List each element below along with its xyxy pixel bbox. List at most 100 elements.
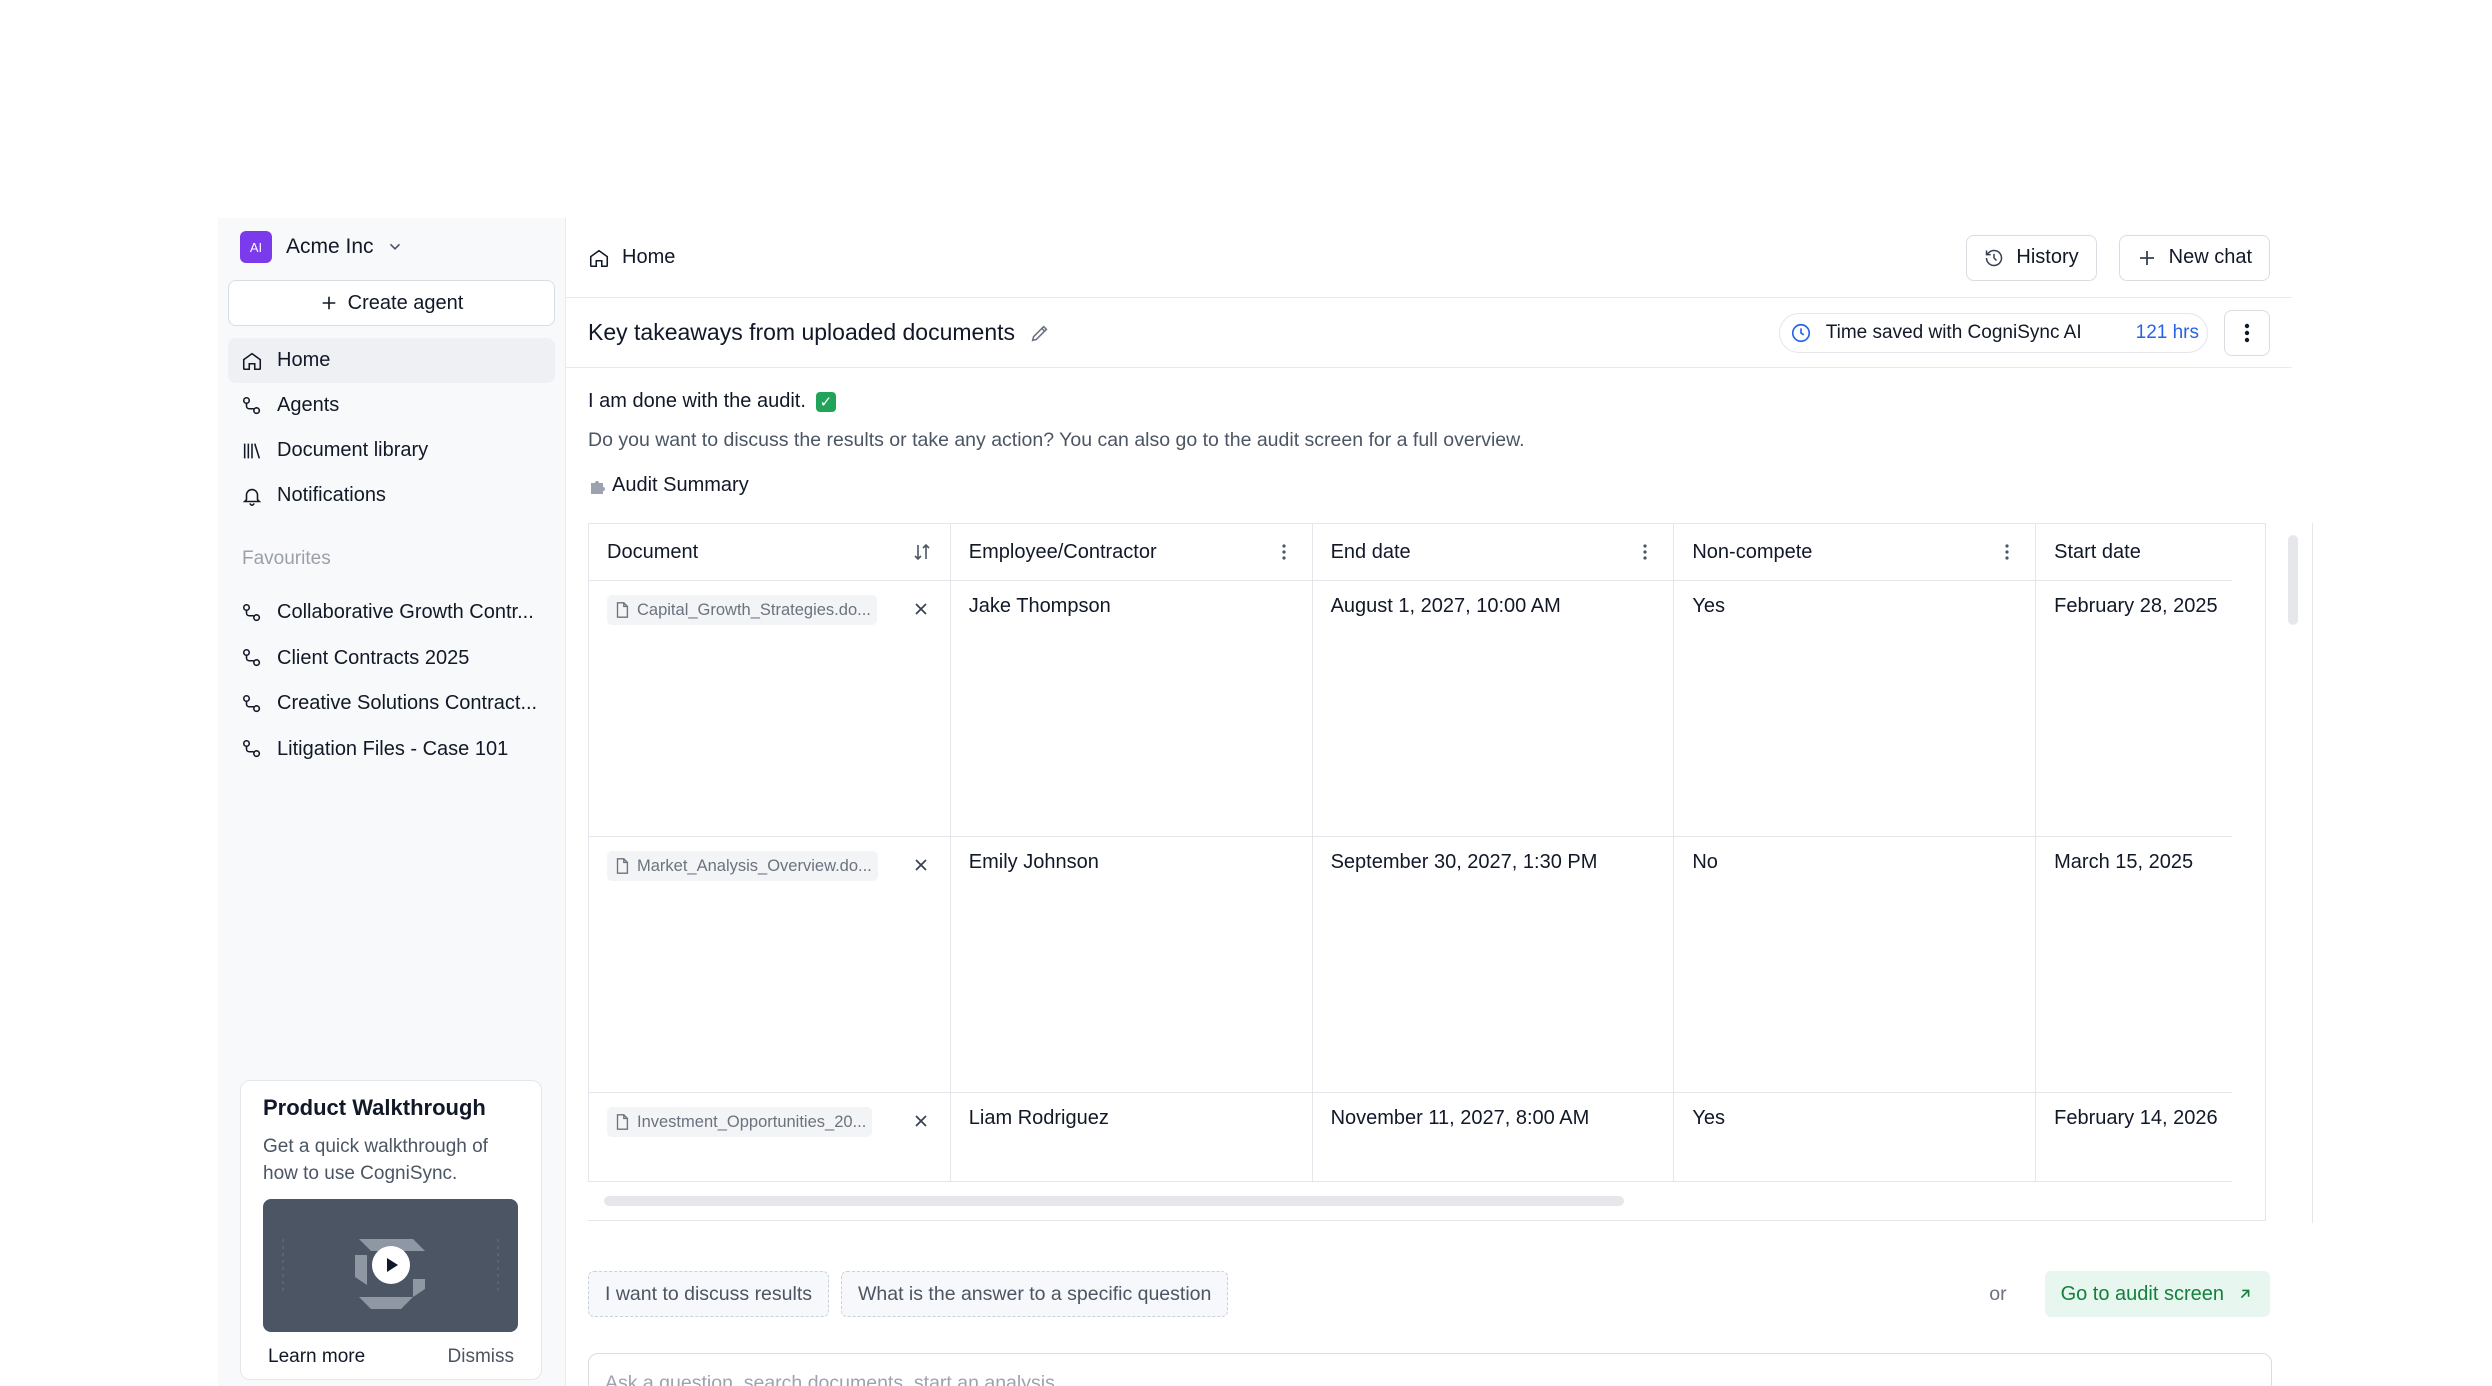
non-compete-cell: No — [1674, 837, 2037, 1092]
chat-title-bar: Key takeaways from uploaded documents Ti… — [566, 298, 2292, 368]
vertical-scrollbar[interactable] — [2288, 535, 2298, 625]
arrow-up-right-icon — [2240, 1289, 2250, 1299]
learn-more-link[interactable]: Learn more — [268, 1346, 365, 1368]
end-date-cell: November 11, 2027, 8:00 AM — [1313, 1093, 1675, 1181]
agents-icon — [242, 603, 261, 621]
non-compete-cell: Yes — [1674, 1093, 2037, 1181]
favourite-label: Litigation Files - Case 101 — [277, 737, 509, 760]
suggestion-chip[interactable]: I want to discuss results — [588, 1271, 829, 1317]
create-agent-button[interactable]: Create agent — [228, 280, 555, 326]
more-vertical-icon — [2244, 323, 2250, 342]
file-chip[interactable]: Investment_Opportunities_20... — [607, 1107, 873, 1137]
column-header-non-compete[interactable]: Non-compete — [1674, 524, 2037, 580]
time-saved-value: 121 hrs — [2135, 321, 2199, 343]
play-icon[interactable] — [371, 1245, 411, 1285]
time-saved-label: Time saved with CogniSync AI — [1825, 321, 2082, 343]
chat-input[interactable] — [605, 1371, 2255, 1386]
end-date-cell: August 1, 2027, 10:00 AM — [1313, 581, 1675, 836]
top-bar: Home History New chat — [566, 218, 2292, 298]
more-vertical-icon[interactable] — [1274, 542, 1294, 562]
history-button[interactable]: History — [1966, 234, 2097, 281]
breadcrumb[interactable]: Home — [588, 246, 675, 269]
file-name: Market_Analysis_Overview.do... — [637, 856, 872, 875]
file-name: Capital_Growth_Strategies.do... — [637, 600, 871, 619]
sidebar-item-label: Home — [277, 349, 331, 371]
favourite-label: Creative Solutions Contract... — [277, 692, 538, 715]
file-icon — [616, 1114, 629, 1130]
create-agent-label: Create agent — [347, 291, 464, 314]
chat-title: Key takeaways from uploaded documents — [588, 319, 1016, 345]
document-cell: Capital_Growth_Strategies.do... — [589, 581, 951, 836]
pencil-icon[interactable] — [1029, 322, 1051, 344]
start-date-cell: March 15, 2025 — [2054, 851, 2194, 873]
sidebar-item-home[interactable]: Home — [228, 338, 555, 383]
new-chat-button[interactable]: New chat — [2118, 234, 2270, 281]
check-icon: ✓ — [815, 391, 836, 412]
puzzle-icon — [591, 480, 605, 494]
app-window: AI Acme Inc Create agent Home Agents Doc… — [218, 218, 2313, 1386]
chevron-down-icon — [389, 243, 400, 250]
home-icon — [242, 352, 262, 370]
close-icon[interactable] — [911, 1111, 931, 1131]
assistant-question: Do you want to discuss the results or ta… — [588, 429, 1525, 451]
sidebar-item-notifications[interactable]: Notifications — [228, 473, 555, 518]
file-icon — [616, 858, 629, 874]
employee-cell: Liam Rodriguez — [951, 1093, 1313, 1181]
start-date-cell: February 14, 2026 — [2054, 1107, 2218, 1129]
column-title: Start date — [2054, 540, 2141, 563]
column-header-employee[interactable]: Employee/Contractor — [951, 524, 1313, 580]
chat-input-box[interactable] — [588, 1353, 2272, 1386]
employee-cell: Emily Johnson — [951, 837, 1313, 1092]
column-header-end-date[interactable]: End date — [1313, 524, 1675, 580]
horizontal-scrollbar[interactable] — [604, 1196, 1624, 1206]
home-icon — [589, 249, 609, 267]
sidebar-item-label: Agents — [277, 394, 340, 416]
file-chip[interactable]: Capital_Growth_Strategies.do... — [607, 595, 877, 625]
end-date-cell: September 30, 2027, 1:30 PM — [1313, 837, 1675, 1092]
dismiss-link[interactable]: Dismiss — [448, 1346, 515, 1368]
column-title: Employee/Contractor — [968, 540, 1157, 563]
column-header-start-date[interactable]: Start date — [2036, 524, 2232, 580]
more-options-button[interactable] — [2224, 309, 2270, 356]
employee-cell: Jake Thompson — [951, 581, 1313, 836]
walkthrough-video[interactable] — [263, 1199, 518, 1332]
sort-icon[interactable] — [912, 542, 932, 562]
column-header-document[interactable]: Document — [589, 524, 951, 580]
favourite-item[interactable]: Collaborative Growth Contr... — [228, 590, 555, 636]
assistant-message: I am done with the audit. ✓ — [588, 390, 2270, 413]
favourites-heading: Favourites — [242, 548, 331, 569]
agents-icon — [242, 740, 261, 758]
org-switcher[interactable]: AI Acme Inc — [228, 218, 555, 276]
column-title: Non-compete — [1692, 540, 1813, 563]
sidebar-item-agents[interactable]: Agents — [228, 383, 555, 428]
column-title: Document — [607, 540, 699, 563]
start-date-cell: February 28, 2025 — [2054, 595, 2218, 617]
suggestion-chip[interactable]: What is the answer to a specific questio… — [841, 1271, 1229, 1317]
time-saved-badge: Time saved with CogniSync AI 121 hrs — [1778, 312, 2208, 353]
main-panel: Home History New chat Key takeaways from… — [566, 218, 2313, 1386]
favourite-item[interactable]: Client Contracts 2025 — [228, 636, 555, 682]
sidebar: AI Acme Inc Create agent Home Agents Doc… — [218, 218, 566, 1386]
plus-icon — [2139, 250, 2154, 265]
history-icon — [1986, 249, 2003, 266]
close-icon[interactable] — [911, 855, 931, 875]
history-label: History — [2016, 246, 2079, 268]
go-to-audit-button[interactable]: Go to audit screen — [2044, 1271, 2270, 1317]
sidebar-item-document-library[interactable]: Document library — [228, 428, 555, 473]
favourite-item[interactable]: Litigation Files - Case 101 — [228, 727, 555, 773]
more-vertical-icon[interactable] — [1997, 542, 2017, 562]
file-icon — [616, 602, 629, 618]
table-divider — [2312, 523, 2313, 1223]
sidebar-nav: Home Agents Document library Notificatio… — [228, 338, 555, 518]
sidebar-item-label: Document library — [277, 439, 429, 461]
file-chip[interactable]: Market_Analysis_Overview.do... — [607, 851, 878, 881]
audit-summary-heading: Audit Summary — [588, 474, 2270, 497]
close-icon[interactable] — [911, 599, 931, 619]
walkthrough-card: Product Walkthrough Get a quick walkthro… — [240, 1080, 542, 1380]
non-compete-cell: Yes — [1674, 581, 2037, 836]
suggestion-bar: I want to discuss results What is the an… — [588, 1271, 2270, 1317]
audit-table-grid: Document Employee/Contractor End date No… — [588, 524, 2232, 1182]
more-vertical-icon[interactable] — [1635, 542, 1655, 562]
favourite-item[interactable]: Creative Solutions Contract... — [228, 681, 555, 727]
table-row: Investment_Opportunities_20... Liam Rodr… — [589, 1093, 2232, 1182]
